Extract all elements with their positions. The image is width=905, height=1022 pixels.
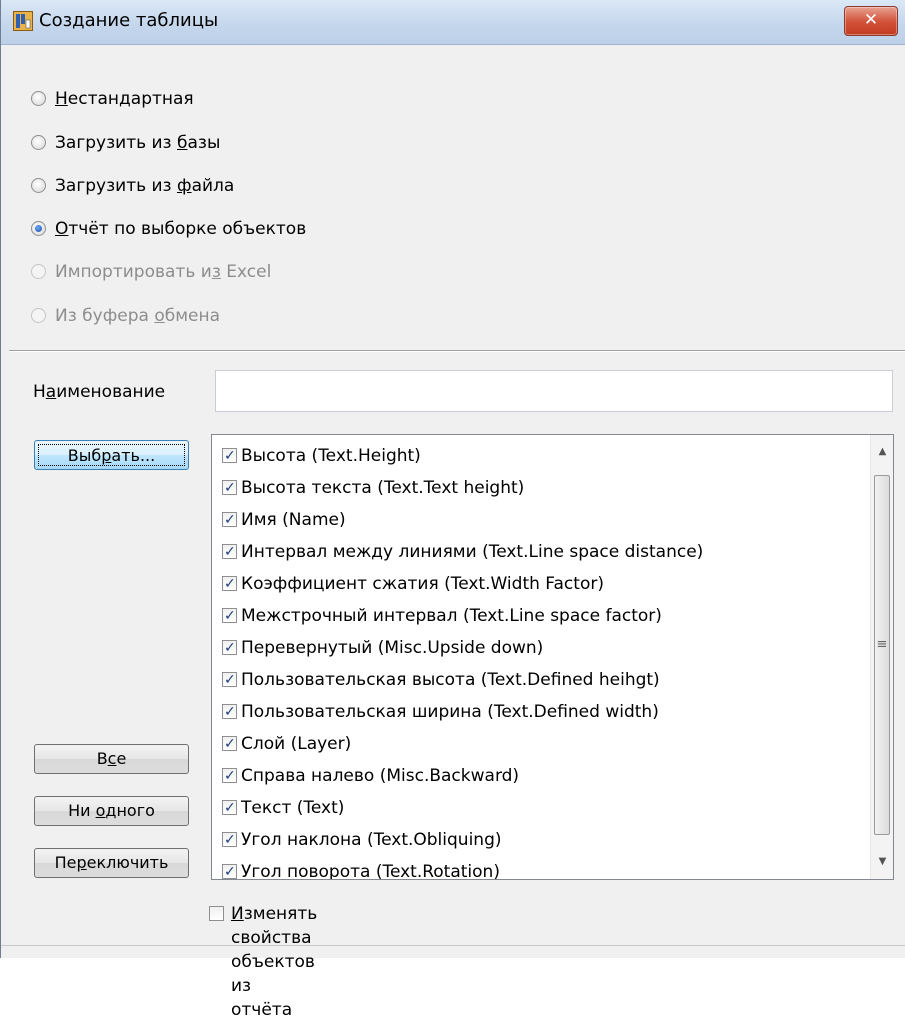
select-all-label: Все	[96, 749, 127, 768]
checkbox[interactable]	[222, 569, 237, 599]
radio-button	[31, 264, 46, 279]
radio-button[interactable]	[31, 221, 46, 236]
modify-properties-checkbox[interactable]	[209, 906, 224, 921]
radio-button[interactable]	[31, 135, 46, 150]
title-bar[interactable]: Создание таблицы ✕	[1, 0, 905, 45]
create-table-dialog: Создание таблицы ✕ Нестандартная Загрузи…	[0, 0, 905, 1020]
scrollbar-thumb[interactable]: ≡	[874, 475, 890, 835]
toggle-button[interactable]: Переключить	[34, 848, 189, 878]
modify-properties-label: Изменять свойства объектов из отчёта	[231, 904, 318, 1020]
select-none-button[interactable]: Ни одного	[34, 796, 189, 826]
radio-label: Загрузить из базы	[55, 133, 221, 153]
select-button-label: Выбрать...	[38, 444, 185, 466]
name-label: Наименование	[33, 382, 166, 402]
toggle-label: Переключить	[54, 853, 169, 872]
radio-label: Загрузить из файла	[55, 176, 235, 196]
window-title: Создание таблицы	[39, 10, 219, 31]
name-input[interactable]	[215, 370, 893, 412]
chevron-up-icon[interactable]: ▲	[871, 441, 893, 463]
radio-label: Отчёт по выборке объектов	[55, 219, 307, 239]
checkbox[interactable]	[222, 697, 237, 727]
checkbox[interactable]	[222, 505, 237, 535]
checkbox[interactable]	[222, 761, 237, 791]
radio-label: Импортировать из Excel	[55, 262, 272, 282]
checkbox[interactable]	[222, 601, 237, 631]
checkbox[interactable]	[222, 633, 237, 663]
close-icon: ✕	[863, 10, 879, 30]
checkbox[interactable]	[222, 729, 237, 759]
select-button[interactable]: Выбрать...	[34, 440, 189, 470]
separator	[9, 350, 905, 352]
chevron-down-icon[interactable]: ▼	[871, 851, 893, 873]
vertical-scrollbar[interactable]: ▲ ≡ ▼	[870, 435, 893, 879]
checkbox[interactable]	[222, 825, 237, 855]
checkbox[interactable]	[222, 665, 237, 695]
radio-button[interactable]	[31, 178, 46, 193]
checkbox[interactable]	[222, 441, 237, 471]
checkbox[interactable]	[222, 537, 237, 567]
footer-divider	[1, 945, 905, 946]
checkbox[interactable]	[222, 857, 237, 879]
properties-checklist[interactable]: Высота (Text.Height) Высота текста (Text…	[211, 434, 894, 880]
radio-label: Из буфера обмена	[55, 306, 221, 326]
checkbox[interactable]	[222, 793, 237, 823]
select-all-button[interactable]: Все	[34, 744, 189, 774]
checkbox[interactable]	[222, 473, 237, 503]
close-button[interactable]: ✕	[844, 6, 898, 36]
select-none-label: Ни одного	[68, 801, 155, 820]
scrollbar-grip-icon: ≡	[876, 637, 888, 652]
radio-button[interactable]	[31, 91, 46, 106]
radio-button	[31, 308, 46, 323]
table-app-icon	[13, 11, 33, 31]
radio-label: Нестандартная	[55, 89, 194, 109]
